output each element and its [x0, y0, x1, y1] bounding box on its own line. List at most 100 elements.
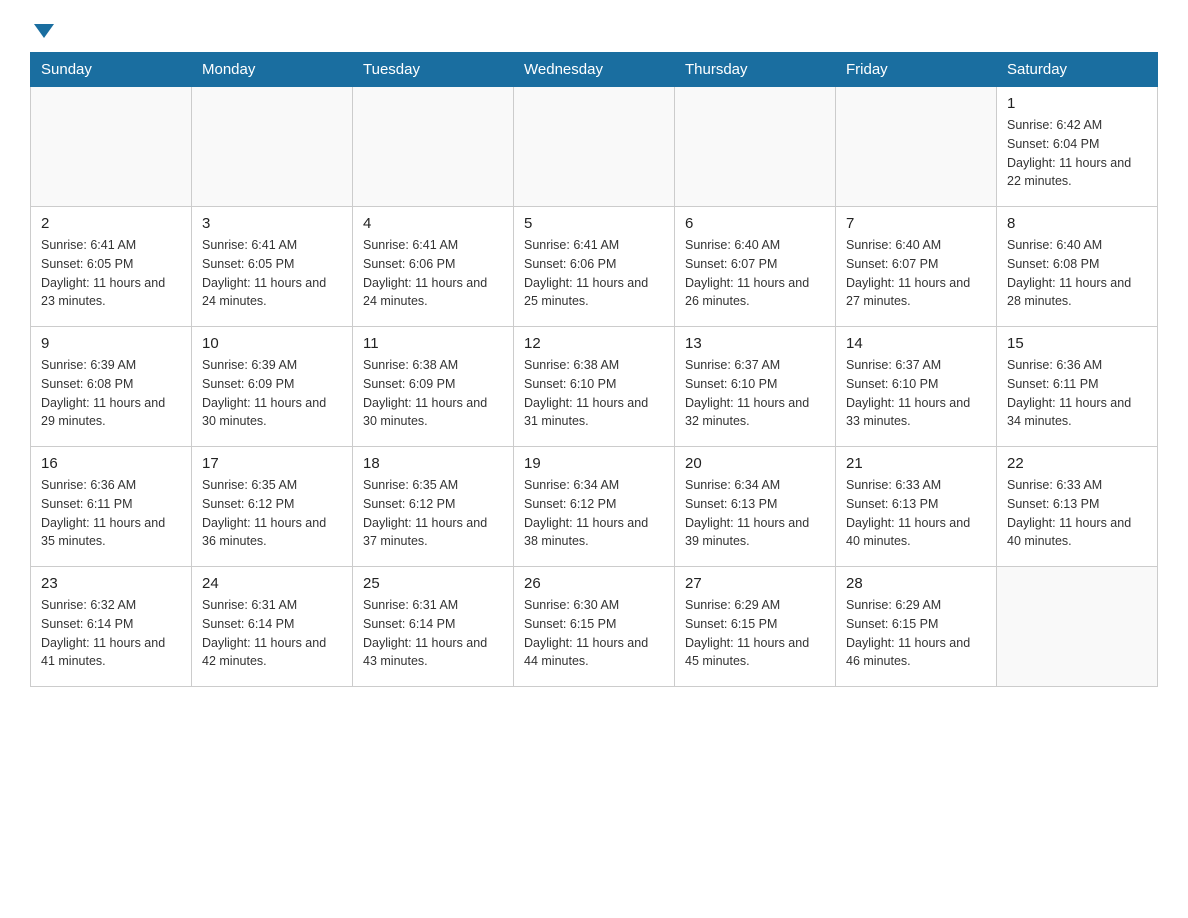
day-number: 3 — [202, 215, 342, 232]
calendar-cell: 26 Sunrise: 6:30 AM Sunset: 6:15 PM Dayli… — [514, 567, 675, 687]
day-number: 24 — [202, 575, 342, 592]
day-info: Sunrise: 6:33 AM Sunset: 6:13 PM Dayligh… — [1007, 476, 1147, 551]
calendar-cell: 5 Sunrise: 6:41 AM Sunset: 6:06 PM Daylig… — [514, 207, 675, 327]
calendar-week-row: 9Sunrise: 6:39 AM Sunset: 6:08 PM Daylig… — [31, 327, 1158, 447]
calendar-table: SundayMondayTuesdayWednesdayThursdayFrid… — [30, 52, 1158, 687]
day-number: 25 — [363, 575, 503, 592]
calendar-cell: 20 Sunrise: 6:34 AM Sunset: 6:13 PM Dayli… — [675, 447, 836, 567]
calendar-cell: 3 Sunrise: 6:41 AM Sunset: 6:05 PM Daylig… — [192, 207, 353, 327]
day-number: 23 — [41, 575, 181, 592]
day-number: 11 — [363, 335, 503, 352]
day-number: 12 — [524, 335, 664, 352]
calendar-cell: 27 Sunrise: 6:29 AM Sunset: 6:15 PM Dayli… — [675, 567, 836, 687]
day-number: 13 — [685, 335, 825, 352]
calendar-cell: 15 Sunrise: 6:36 AM Sunset: 6:11 PM Dayli… — [997, 327, 1158, 447]
calendar-cell: 24 Sunrise: 6:31 AM Sunset: 6:14 PM Dayli… — [192, 567, 353, 687]
day-number: 26 — [524, 575, 664, 592]
calendar-week-row: 2 Sunrise: 6:41 AM Sunset: 6:05 PM Daylig… — [31, 207, 1158, 327]
calendar-cell: 14 Sunrise: 6:37 AM Sunset: 6:10 PM Dayli… — [836, 327, 997, 447]
calendar-cell: 19 Sunrise: 6:34 AM Sunset: 6:12 PM Dayli… — [514, 447, 675, 567]
day-info: Sunrise: 6:38 AM Sunset: 6:09 PM Dayligh… — [363, 356, 503, 431]
calendar-cell: 6 Sunrise: 6:40 AM Sunset: 6:07 PM Daylig… — [675, 207, 836, 327]
day-info: Sunrise: 6:40 AM Sunset: 6:07 PM Dayligh… — [846, 236, 986, 311]
day-number: 4 — [363, 215, 503, 232]
calendar-cell: 10Sunrise: 6:39 AM Sunset: 6:09 PM Dayli… — [192, 327, 353, 447]
day-info: Sunrise: 6:41 AM Sunset: 6:06 PM Dayligh… — [524, 236, 664, 311]
day-info: Sunrise: 6:36 AM Sunset: 6:11 PM Dayligh… — [41, 476, 181, 551]
calendar-cell: 7Sunrise: 6:40 AM Sunset: 6:07 PM Daylig… — [836, 207, 997, 327]
day-number: 18 — [363, 455, 503, 472]
calendar-cell: 8 Sunrise: 6:40 AM Sunset: 6:08 PM Daylig… — [997, 207, 1158, 327]
day-info: Sunrise: 6:32 AM Sunset: 6:14 PM Dayligh… — [41, 596, 181, 671]
calendar-cell: 18 Sunrise: 6:35 AM Sunset: 6:12 PM Dayli… — [353, 447, 514, 567]
day-number: 20 — [685, 455, 825, 472]
day-info: Sunrise: 6:35 AM Sunset: 6:12 PM Dayligh… — [202, 476, 342, 551]
calendar-cell — [31, 87, 192, 207]
day-number: 22 — [1007, 455, 1147, 472]
day-number: 1 — [1007, 95, 1147, 112]
calendar-cell — [514, 87, 675, 207]
day-info: Sunrise: 6:42 AM Sunset: 6:04 PM Dayligh… — [1007, 116, 1147, 191]
calendar-cell: 4 Sunrise: 6:41 AM Sunset: 6:06 PM Daylig… — [353, 207, 514, 327]
calendar-cell: 25 Sunrise: 6:31 AM Sunset: 6:14 PM Dayli… — [353, 567, 514, 687]
page-header — [30, 20, 1158, 36]
day-number: 17 — [202, 455, 342, 472]
day-info: Sunrise: 6:33 AM Sunset: 6:13 PM Dayligh… — [846, 476, 986, 551]
day-number: 14 — [846, 335, 986, 352]
day-number: 9 — [41, 335, 181, 352]
calendar-cell: 2 Sunrise: 6:41 AM Sunset: 6:05 PM Daylig… — [31, 207, 192, 327]
day-header-friday: Friday — [836, 53, 997, 87]
calendar-week-row: 1 Sunrise: 6:42 AM Sunset: 6:04 PM Daylig… — [31, 87, 1158, 207]
calendar-cell: 21 Sunrise: 6:33 AM Sunset: 6:13 PM Dayli… — [836, 447, 997, 567]
day-info: Sunrise: 6:30 AM Sunset: 6:15 PM Dayligh… — [524, 596, 664, 671]
day-number: 8 — [1007, 215, 1147, 232]
day-info: Sunrise: 6:41 AM Sunset: 6:05 PM Dayligh… — [202, 236, 342, 311]
day-number: 28 — [846, 575, 986, 592]
day-info: Sunrise: 6:39 AM Sunset: 6:09 PM Dayligh… — [202, 356, 342, 431]
day-number: 27 — [685, 575, 825, 592]
calendar-cell — [353, 87, 514, 207]
day-info: Sunrise: 6:31 AM Sunset: 6:14 PM Dayligh… — [363, 596, 503, 671]
day-header-thursday: Thursday — [675, 53, 836, 87]
day-header-monday: Monday — [192, 53, 353, 87]
logo-general — [30, 20, 54, 38]
calendar-cell: 16 Sunrise: 6:36 AM Sunset: 6:11 PM Dayli… — [31, 447, 192, 567]
calendar-cell — [192, 87, 353, 207]
day-number: 15 — [1007, 335, 1147, 352]
day-info: Sunrise: 6:34 AM Sunset: 6:12 PM Dayligh… — [524, 476, 664, 551]
day-info: Sunrise: 6:29 AM Sunset: 6:15 PM Dayligh… — [846, 596, 986, 671]
day-info: Sunrise: 6:36 AM Sunset: 6:11 PM Dayligh… — [1007, 356, 1147, 431]
day-info: Sunrise: 6:40 AM Sunset: 6:07 PM Dayligh… — [685, 236, 825, 311]
day-header-tuesday: Tuesday — [353, 53, 514, 87]
day-info: Sunrise: 6:37 AM Sunset: 6:10 PM Dayligh… — [846, 356, 986, 431]
day-number: 19 — [524, 455, 664, 472]
day-info: Sunrise: 6:35 AM Sunset: 6:12 PM Dayligh… — [363, 476, 503, 551]
calendar-cell: 11 Sunrise: 6:38 AM Sunset: 6:09 PM Dayli… — [353, 327, 514, 447]
calendar-cell: 13 Sunrise: 6:37 AM Sunset: 6:10 PM Dayli… — [675, 327, 836, 447]
day-header-saturday: Saturday — [997, 53, 1158, 87]
calendar-cell — [836, 87, 997, 207]
day-info: Sunrise: 6:31 AM Sunset: 6:14 PM Dayligh… — [202, 596, 342, 671]
day-info: Sunrise: 6:34 AM Sunset: 6:13 PM Dayligh… — [685, 476, 825, 551]
calendar-cell: 17 Sunrise: 6:35 AM Sunset: 6:12 PM Dayli… — [192, 447, 353, 567]
logo — [30, 20, 54, 36]
day-info: Sunrise: 6:37 AM Sunset: 6:10 PM Dayligh… — [685, 356, 825, 431]
day-header-sunday: Sunday — [31, 53, 192, 87]
day-info: Sunrise: 6:29 AM Sunset: 6:15 PM Dayligh… — [685, 596, 825, 671]
calendar-cell: 12 Sunrise: 6:38 AM Sunset: 6:10 PM Dayli… — [514, 327, 675, 447]
calendar-cell — [675, 87, 836, 207]
day-number: 2 — [41, 215, 181, 232]
day-number: 21 — [846, 455, 986, 472]
day-number: 16 — [41, 455, 181, 472]
day-number: 6 — [685, 215, 825, 232]
day-info: Sunrise: 6:40 AM Sunset: 6:08 PM Dayligh… — [1007, 236, 1147, 311]
day-info: Sunrise: 6:41 AM Sunset: 6:05 PM Dayligh… — [41, 236, 181, 311]
calendar-cell: 1 Sunrise: 6:42 AM Sunset: 6:04 PM Daylig… — [997, 87, 1158, 207]
calendar-week-row: 16 Sunrise: 6:36 AM Sunset: 6:11 PM Dayli… — [31, 447, 1158, 567]
day-info: Sunrise: 6:38 AM Sunset: 6:10 PM Dayligh… — [524, 356, 664, 431]
calendar-header-row: SundayMondayTuesdayWednesdayThursdayFrid… — [31, 53, 1158, 87]
day-number: 5 — [524, 215, 664, 232]
day-info: Sunrise: 6:41 AM Sunset: 6:06 PM Dayligh… — [363, 236, 503, 311]
calendar-cell: 9Sunrise: 6:39 AM Sunset: 6:08 PM Daylig… — [31, 327, 192, 447]
calendar-cell — [997, 567, 1158, 687]
